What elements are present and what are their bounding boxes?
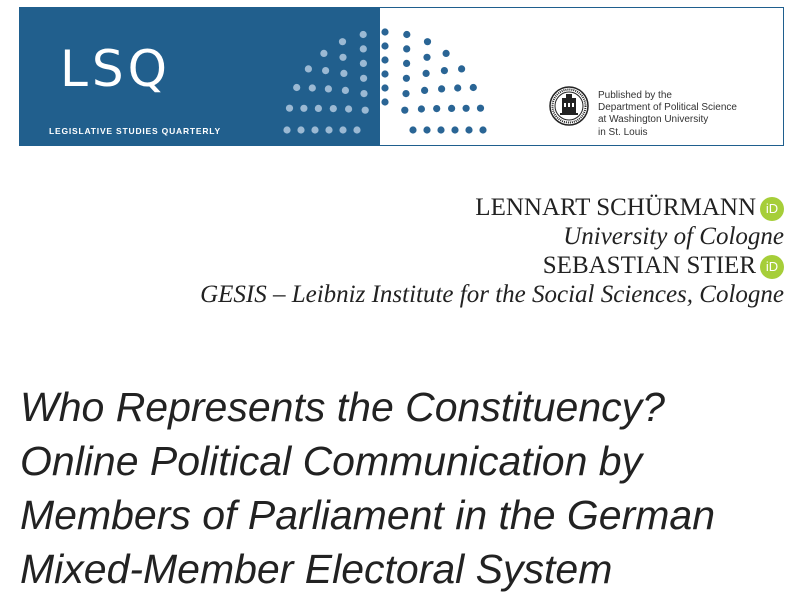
author-name: LENNART SCHÜRMANN [475,194,756,221]
hemicycle-dot [454,84,462,92]
hemicycle-dot [359,30,367,39]
hemicycle-dot [322,67,330,75]
title-line: Mixed-Member Electoral System [20,546,613,592]
hemicycle-dot [304,65,312,73]
hemicycle-dot [437,126,445,134]
hemicycle-dot [469,83,477,92]
hemicycle-dot [320,49,328,58]
hemicycle-dot [422,69,430,77]
publisher-line: in St. Louis [598,126,648,138]
hemicycle-dot [329,105,337,113]
hemicycle-dot [359,59,367,67]
hemicycle-dot [325,126,333,134]
author-name-line: SEBASTIAN STIER iD [200,252,784,280]
hemicycle-dot [402,74,410,82]
author-name: SEBASTIAN STIER [542,252,756,279]
publisher-line: Department of Political Science [598,102,737,114]
hemicycle-dot [314,104,322,112]
hemicycle-dot [448,104,456,112]
hemicycle-dot [381,28,389,36]
hemicycle-dot [476,104,485,112]
hemicycle-dot [403,30,411,39]
hemicycle-dot [381,70,389,78]
hemicycle-dot [403,45,411,53]
hemicycle-dot [401,106,409,114]
journal-banner: LSQ LEGISLATIVE STUDIES QUARTERLY Publis… [19,7,784,146]
hemicycle-dot [409,126,417,134]
title-line: Members of Parliament in the German [20,492,715,538]
author-block: LENNART SCHÜRMANN iD University of Cologn… [200,194,784,310]
author-affiliation: University of Cologne [563,223,784,250]
hemicycle-dot [381,98,389,106]
hemicycle-dot [440,67,448,75]
hemicycle-dot [433,105,441,113]
author-affiliation: GESIS – Leibniz Institute for the Social… [200,281,784,308]
publisher-line: Published by the [598,90,672,101]
hemicycle-dot [297,126,305,134]
title-line: Online Political Communication by [20,438,643,484]
orcid-icon[interactable]: iD [760,255,784,279]
hemicycle-dot [353,126,361,134]
hemicycle-dot [338,38,347,46]
paper-title: Who Represents the Constituency? Online … [20,380,800,596]
hemicycle-dot [285,104,294,112]
hemicycle-dot [402,90,410,98]
hemicycle-dot [465,126,473,134]
publisher-line: at Washington University [598,114,709,126]
author-name-line: LENNART SCHÜRMANN iD [200,194,784,222]
hemicycle-dot [381,42,389,50]
hemicycle-dot [417,105,425,113]
hemicycle-dot [308,84,316,92]
hemicycle-dot [403,59,411,67]
hemicycle-dot [293,83,301,92]
hemicycle-dot [423,53,431,61]
hemicycle-dot [360,74,368,82]
hemicycle-dot [341,86,349,94]
journal-logo: LSQ [60,40,171,98]
hemicycle-dot [345,105,353,113]
hemicycle-dot [421,86,429,94]
hemicycle-dot [423,38,432,46]
hemicycle-dot [311,126,319,134]
hemicycle-dot [359,45,367,53]
hemicycle-dot [283,126,291,134]
title-line: Who Represents the Constituency? [20,384,665,430]
hemicycle-dot [442,49,450,58]
hemicycle-dot [339,53,347,61]
hemicycle-dot [381,56,389,64]
hemicycle-dot [438,85,446,93]
hemicycle-dot [339,126,347,134]
hemicycle-dot [360,90,368,98]
hemicycle-dot [423,126,431,134]
hemicycle-dot [361,106,369,114]
hemicycle-dot [324,85,332,93]
hemicycle-dot [340,69,348,77]
hemicycle-dot [479,126,487,134]
publisher-info: Published by the Department of Political… [598,90,737,139]
hemicycle-dot [451,126,459,134]
hemicycle-dot [381,84,389,92]
journal-subtitle: LEGISLATIVE STUDIES QUARTERLY [49,126,221,136]
hemicycle-dot [300,104,308,112]
hemicycle-dot [462,104,470,112]
orcid-icon[interactable]: iD [760,197,784,221]
university-seal-icon [549,86,589,126]
hemicycle-dot [458,65,466,73]
